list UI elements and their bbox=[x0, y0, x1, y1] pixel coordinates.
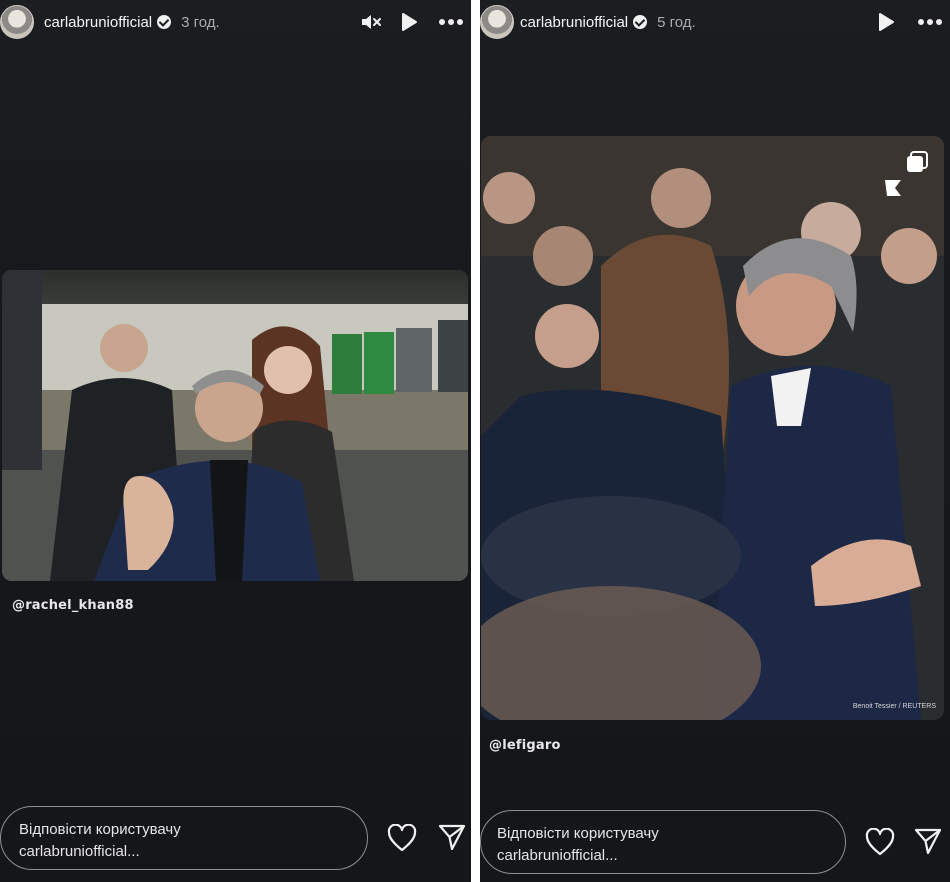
mention-tag[interactable]: @rachel_khan88 bbox=[12, 598, 134, 613]
reply-placeholder-line2: carlabruniofficial... bbox=[497, 847, 618, 864]
story-panel-left[interactable]: carlabruniofficial 3 год. @rachel_khan88… bbox=[0, 0, 471, 882]
reply-placeholder-line1: Відповісти користувачу bbox=[497, 825, 659, 842]
header-controls bbox=[353, 0, 471, 44]
story-photo bbox=[2, 270, 468, 581]
verified-badge-icon bbox=[157, 15, 172, 29]
more-icon[interactable] bbox=[433, 0, 469, 44]
story-panel-right[interactable]: carlabruniofficial 5 год. Benoit Tessier… bbox=[480, 0, 950, 882]
timestamp: 3 год. bbox=[181, 13, 220, 31]
username[interactable]: carlabruniofficial bbox=[520, 14, 628, 31]
verified-badge-icon bbox=[633, 15, 648, 29]
timestamp: 5 год. bbox=[657, 13, 696, 31]
play-icon[interactable] bbox=[868, 0, 904, 44]
mute-icon[interactable] bbox=[353, 0, 389, 44]
avatar[interactable] bbox=[0, 5, 34, 39]
avatar[interactable] bbox=[480, 5, 514, 39]
mention-tag[interactable]: @lefigaro bbox=[489, 738, 561, 753]
reply-input[interactable]: Відповісти користувачу carlabruniofficia… bbox=[480, 810, 846, 874]
reply-placeholder-line1: Відповісти користувачу bbox=[19, 821, 181, 838]
more-icon[interactable] bbox=[912, 0, 948, 44]
heart-icon[interactable] bbox=[385, 821, 419, 855]
username[interactable]: carlabruniofficial bbox=[44, 14, 152, 31]
send-icon[interactable] bbox=[435, 820, 469, 854]
header-controls bbox=[868, 0, 950, 44]
reply-placeholder-line2: carlabruniofficial... bbox=[19, 843, 140, 860]
photo-credit: Benoit Tessier / REUTERS bbox=[852, 703, 936, 710]
heart-icon[interactable] bbox=[863, 825, 897, 859]
play-icon[interactable] bbox=[391, 0, 427, 44]
story-header: carlabruniofficial 3 год. bbox=[0, 0, 471, 44]
story-header: carlabruniofficial 5 год. bbox=[480, 0, 950, 44]
send-icon[interactable] bbox=[911, 824, 945, 858]
reply-input[interactable]: Відповісти користувачу carlabruniofficia… bbox=[0, 806, 368, 870]
story-photo: Benoit Tessier / REUTERS bbox=[481, 136, 944, 720]
